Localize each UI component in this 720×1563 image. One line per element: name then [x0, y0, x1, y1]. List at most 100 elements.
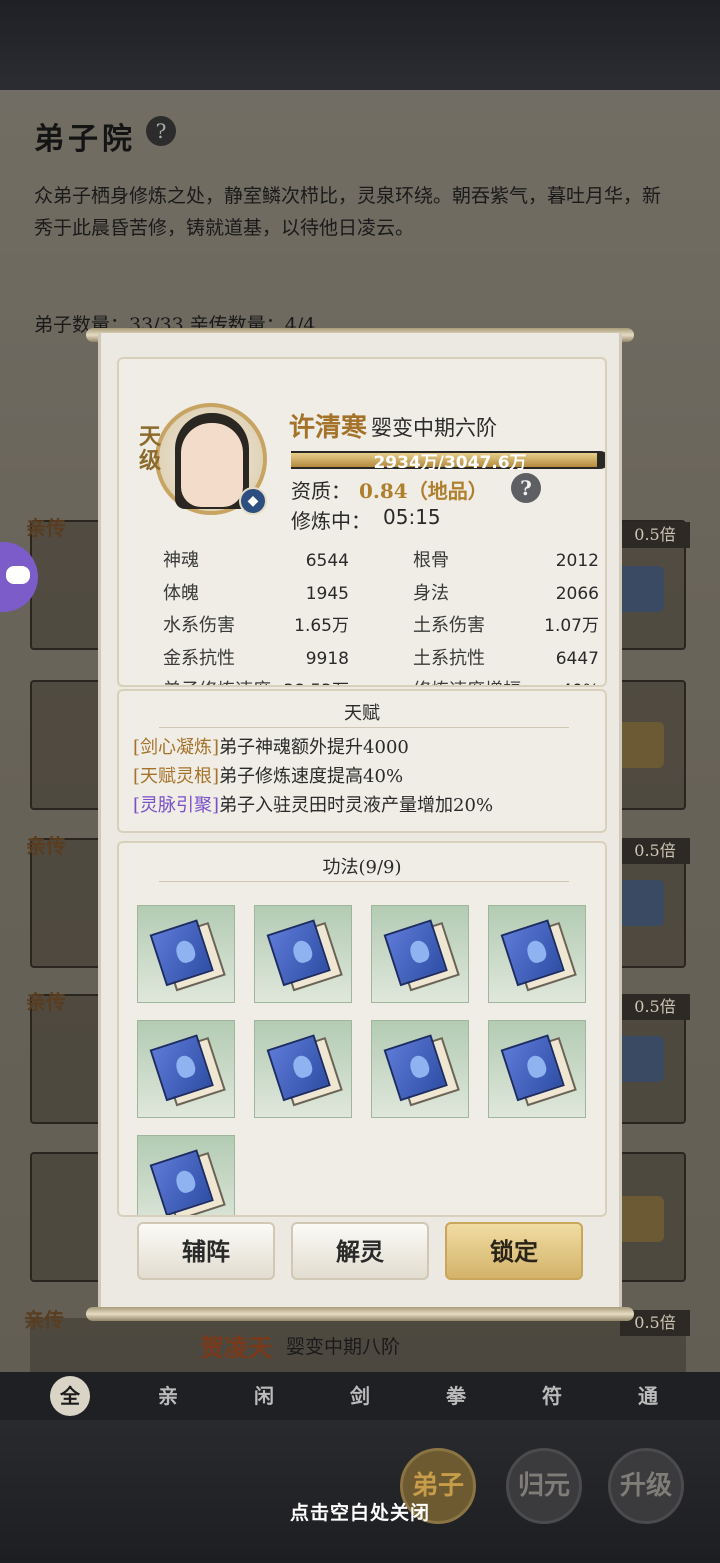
book-emblem	[173, 938, 198, 965]
talent-desc: 弟子入驻灵田时灵液产量增加20%	[219, 795, 494, 816]
stat-value: 9918	[305, 648, 349, 669]
aptitude-value: 0.84（地品）	[359, 479, 488, 503]
stat-label: 神魂	[163, 550, 199, 571]
card-tag: 亲传	[24, 1308, 64, 1332]
book-emblem	[407, 1053, 432, 1080]
blue-book-icon	[499, 916, 580, 997]
divider	[159, 727, 569, 728]
character-realm: 婴变中期六阶	[371, 416, 497, 440]
stat-label: 体魄	[163, 582, 199, 604]
assist-button[interactable]: 辅阵	[137, 1222, 275, 1280]
talent-item: [剑心凝炼]弟子神魂额外提升4000	[133, 733, 409, 759]
disciple-card[interactable]: 亲传 0.5倍 贺凌天 婴变中期八阶	[24, 1308, 690, 1378]
disciple-detail-popup: 天级 ◆ 许清寒 婴变中期六阶 2934万/3047.6万 资质： 0.84（地…	[98, 333, 622, 1321]
element-badge-icon: ◆	[239, 487, 267, 515]
stat-value: 6447	[555, 648, 599, 669]
disciple-realm: 婴变中期八阶	[286, 1336, 401, 1358]
blue-book-icon	[499, 1031, 580, 1112]
profile-panel: 天级 ◆ 许清寒 婴变中期六阶 2934万/3047.6万 资质： 0.84（地…	[117, 357, 607, 687]
exp-text: 2934万/3047.6万	[373, 453, 527, 473]
stat-label: 土系抗性	[413, 647, 485, 669]
stat-row: 神魂 6544 根骨 2012	[163, 545, 603, 578]
technique-slot[interactable]	[137, 1135, 235, 1215]
release-button[interactable]: 解灵	[291, 1222, 429, 1280]
talent-name: [剑心凝炼]	[133, 737, 220, 758]
stats-table: 神魂 6544 根骨 2012 体魄 1945 身法 2066 水系伤害 1.65万 土系…	[163, 545, 603, 685]
technique-slot[interactable]	[371, 1020, 469, 1118]
filter-talisman[interactable]: 符	[532, 1376, 572, 1416]
stat-label: 土系伤害	[413, 615, 485, 636]
blue-book-icon	[382, 1031, 463, 1112]
stat-row: 金系抗性 9918 土系抗性 6447	[163, 643, 603, 676]
divider	[159, 881, 569, 882]
stat-value: 1.65万	[294, 616, 349, 636]
technique-title: 功法(9/9)	[322, 857, 402, 878]
filter-sword[interactable]: 剑	[340, 1376, 380, 1416]
filter-general[interactable]: 通	[628, 1376, 668, 1416]
aptitude-help-icon[interactable]: ?	[511, 473, 541, 503]
stat-label: 水系伤害	[163, 615, 235, 636]
technique-slot[interactable]	[488, 1020, 586, 1118]
blue-book-icon	[148, 1146, 229, 1215]
stat-value: 38.53万	[283, 675, 349, 685]
card-tag: 亲传	[26, 834, 66, 858]
cultivating-label: 修炼中：	[291, 509, 371, 533]
talent-name: [天赋灵根]	[133, 766, 220, 787]
technique-slot[interactable]	[137, 1020, 235, 1118]
multiplier-badge: 0.5倍	[620, 838, 690, 864]
technique-slot[interactable]	[137, 905, 235, 1003]
exp-bar: 2934万/3047.6万	[291, 451, 605, 473]
talent-panel: 天赋 [剑心凝炼]弟子神魂额外提升4000 [天赋灵根]弟子修炼速度提高40% …	[117, 689, 607, 833]
technique-slot[interactable]	[371, 905, 469, 1003]
filter-all[interactable]: 全	[50, 1376, 90, 1416]
scroll-rod-bottom	[86, 1307, 634, 1321]
stat-row: 体魄 1945 身法 2066	[163, 578, 603, 611]
talent-item: [灵脉引聚]弟子入驻灵田时灵液产量增加20%	[133, 791, 493, 817]
book-emblem	[524, 1053, 549, 1080]
disciple-name: 贺凌天	[200, 1333, 272, 1362]
filter-personal[interactable]: 亲	[148, 1376, 188, 1416]
stat-value: 2012	[555, 551, 599, 571]
technique-slot[interactable]	[254, 1020, 352, 1118]
cultivating-time: 05:15	[383, 505, 441, 529]
technique-slot[interactable]	[254, 905, 352, 1003]
stat-label: 弟子修炼速度	[163, 675, 271, 685]
lock-button[interactable]: 锁定	[445, 1222, 583, 1280]
close-hint: 点击空白处关闭	[289, 1502, 430, 1524]
blue-book-icon	[265, 1031, 346, 1112]
talent-name: [灵脉引聚]	[133, 795, 220, 816]
card-tag: 亲传	[26, 990, 66, 1014]
blue-book-icon	[382, 916, 463, 997]
stat-label: 身法	[413, 582, 449, 604]
talent-desc: 弟子神魂额外提升4000	[219, 737, 409, 758]
stat-value: 2066	[555, 583, 599, 604]
book-emblem	[407, 938, 432, 965]
page-title: 弟子院	[34, 122, 136, 157]
book-emblem	[290, 938, 315, 965]
blue-book-icon	[265, 916, 346, 997]
book-emblem	[290, 1053, 315, 1080]
rank-label: 天级	[139, 424, 162, 474]
book-emblem	[173, 1168, 198, 1195]
stat-label: 根骨	[413, 550, 449, 571]
book-emblem	[524, 938, 549, 965]
page-description: 众弟子栖身修炼之处，静室鳞次栉比，灵泉环绕。朝吞紫气，暮吐月华，新秀于此晨昏苦修…	[34, 185, 662, 239]
multiplier-badge: 0.5倍	[620, 994, 690, 1020]
stat-value: 6544	[305, 551, 349, 571]
technique-slot[interactable]	[488, 905, 586, 1003]
filter-idle[interactable]: 闲	[244, 1376, 284, 1416]
stat-value: 40%	[561, 675, 599, 685]
avatar-face	[181, 423, 243, 507]
talent-desc: 弟子修炼速度提高40%	[219, 766, 404, 787]
aptitude-label: 资质：	[291, 479, 351, 503]
card-tag: 亲传	[26, 516, 66, 540]
talent-title: 天赋	[344, 703, 380, 724]
gamepad-icon	[6, 566, 30, 584]
character-name: 许清寒	[289, 413, 368, 443]
filter-fist[interactable]: 拳	[436, 1376, 476, 1416]
technique-panel: 功法(9/9)	[117, 841, 607, 1217]
talent-item: [天赋灵根]弟子修炼速度提高40%	[133, 762, 403, 788]
stat-row: 水系伤害 1.65万 土系伤害 1.07万	[163, 610, 603, 643]
stat-value: 1.07万	[544, 616, 599, 636]
help-icon[interactable]: ?	[146, 116, 176, 146]
